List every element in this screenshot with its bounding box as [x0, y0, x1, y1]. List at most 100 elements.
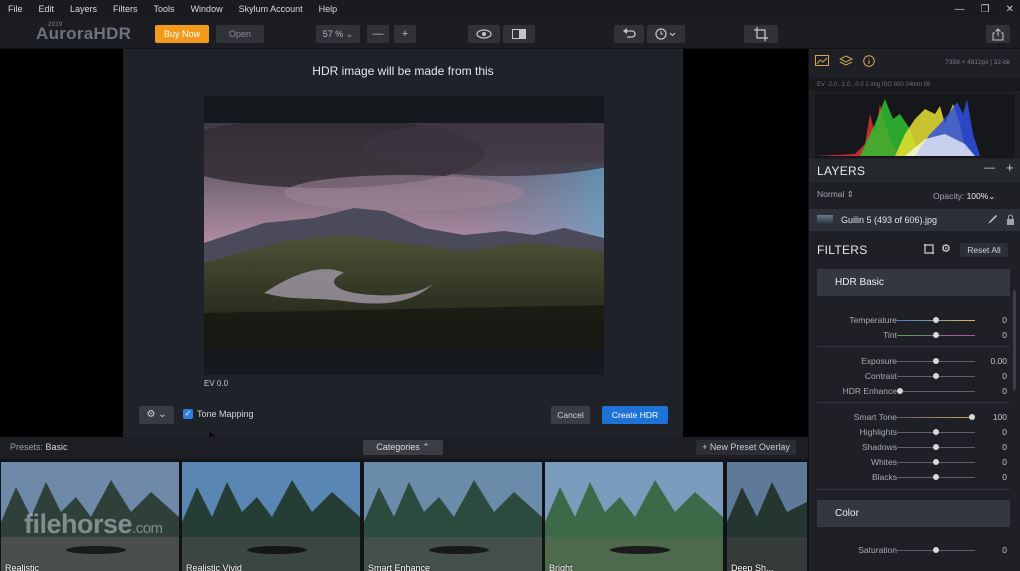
create-hdr-button[interactable]: Create HDR [602, 406, 668, 424]
preview-eye-icon[interactable] [468, 25, 500, 43]
slider-contrast[interactable]: Contrast 0 [817, 369, 1007, 383]
slider-knob[interactable] [933, 317, 939, 323]
histogram-info: EV -2.0...1.0...0.0 2 img ISO 800 24mm f… [809, 79, 1020, 91]
checkbox-checked-icon[interactable]: ✓ [183, 409, 193, 419]
dialog-title: HDR image will be made from this [312, 64, 494, 78]
share-icon[interactable] [986, 25, 1010, 43]
slider-label: Tint [883, 330, 897, 340]
slider-label: Exposure [861, 356, 897, 366]
hdr-basic-section[interactable]: HDR Basic [817, 269, 1010, 296]
filters-title: FILTERS [817, 243, 868, 257]
new-preset-overlay-button[interactable]: + New Preset Overlay [696, 440, 796, 455]
preset-thumbnail[interactable]: Deep Sh... [727, 462, 807, 571]
slider-knob[interactable] [933, 373, 939, 379]
slider-exposure[interactable]: Exposure 0.00 [817, 354, 1007, 368]
history-icon[interactable] [647, 25, 685, 43]
slider-knob[interactable] [933, 429, 939, 435]
menu-edit[interactable]: Edit [31, 0, 63, 19]
blend-mode-select[interactable]: Normal ⇕ [817, 189, 854, 200]
slider-knob[interactable] [897, 388, 903, 394]
slider-whites[interactable]: Whites 0 [817, 455, 1007, 469]
menu-layers[interactable]: Layers [62, 0, 105, 19]
slider-knob[interactable] [933, 358, 939, 364]
layers-title: LAYERS [817, 164, 866, 178]
slider-label: Contrast [864, 371, 897, 381]
slider-value: 0.00 [990, 356, 1007, 366]
remove-layer-button[interactable]: — [984, 162, 995, 174]
watermark-logo: filehorse.com [24, 509, 163, 539]
close-button[interactable]: ✕ [1006, 0, 1014, 19]
slider-value: 0 [1002, 545, 1007, 555]
settings-gear-icon[interactable]: ⚙ ⌄ [139, 406, 174, 424]
photo-frame [204, 96, 604, 375]
image-meta: 7359 × 4912px | 32-bit [945, 59, 1010, 66]
section-divider [817, 402, 1010, 403]
menu-filters[interactable]: Filters [105, 0, 146, 19]
slider-knob[interactable] [933, 332, 939, 338]
panel-tabs [815, 55, 875, 70]
menu-tools[interactable]: Tools [146, 0, 183, 19]
slider-knob[interactable] [969, 414, 975, 420]
histogram [815, 94, 1015, 158]
layers-tab-icon[interactable] [838, 55, 854, 70]
tone-mapping-checkbox[interactable]: ✓ Tone Mapping [183, 409, 254, 419]
slider-track[interactable] [897, 417, 975, 418]
slider-value: 100 [992, 412, 1007, 422]
preset-thumbnail[interactable]: Smart Enhance [364, 462, 542, 571]
menu-help[interactable]: Help [311, 0, 346, 19]
histogram-tab-icon[interactable] [815, 55, 829, 70]
layer-name: Guilin 5 (493 of 606).jpg [841, 215, 938, 225]
panel-scrollbar[interactable] [1013, 290, 1016, 390]
slider-hdr-enhance[interactable]: HDR Enhance 0 [817, 384, 1007, 398]
slider-temperature[interactable]: Temperature 0 [817, 313, 1007, 327]
menu-skylum-account[interactable]: Skylum Account [231, 0, 311, 19]
slider-label: Temperature [849, 315, 897, 325]
menu-window[interactable]: Window [183, 0, 231, 19]
slider-label: Whites [871, 457, 897, 467]
slider-blacks[interactable]: Blacks 0 [817, 470, 1007, 484]
slider-saturation[interactable]: Saturation 0 [817, 543, 1007, 557]
slider-track[interactable] [897, 391, 975, 392]
slider-smart-tone[interactable]: Smart Tone 100 [817, 410, 1007, 424]
slider-value: 0 [1002, 330, 1007, 340]
buy-now-button[interactable]: Buy Now [155, 25, 209, 43]
preset-group-name[interactable]: Basic [46, 442, 68, 452]
preset-thumbnail[interactable]: Realistic Vivid [182, 462, 360, 571]
filter-settings-gear-icon[interactable]: ⚙ [941, 242, 951, 255]
zoom-in-button[interactable]: + [394, 25, 416, 43]
open-button[interactable]: Open [216, 25, 264, 43]
slider-value: 0 [1002, 315, 1007, 325]
slider-label: Shadows [862, 442, 897, 452]
lock-icon[interactable] [1006, 214, 1015, 227]
reset-all-button[interactable]: Reset All [960, 243, 1008, 257]
slider-value: 0 [1002, 457, 1007, 467]
categories-button[interactable]: Categories ⌃ [363, 440, 443, 455]
slider-highlights[interactable]: Highlights 0 [817, 425, 1007, 439]
slider-tint[interactable]: Tint 0 [817, 328, 1007, 342]
zoom-dropdown[interactable]: 57 % ⌄ [316, 25, 360, 43]
slider-knob[interactable] [933, 547, 939, 553]
crop-icon[interactable] [744, 25, 778, 43]
brush-icon[interactable] [987, 214, 998, 227]
slider-knob[interactable] [933, 459, 939, 465]
layer-item[interactable]: Guilin 5 (493 of 606).jpg [809, 209, 1020, 231]
minimize-button[interactable]: — [955, 0, 965, 19]
color-section[interactable]: Color [817, 500, 1010, 527]
opacity-control[interactable]: Opacity: 100%⌄ [933, 191, 995, 202]
zoom-out-button[interactable]: — [367, 25, 389, 43]
menu-file[interactable]: File [0, 0, 31, 19]
slider-knob[interactable] [933, 444, 939, 450]
info-tab-icon[interactable] [863, 55, 875, 70]
compare-icon[interactable] [503, 25, 535, 43]
slider-knob[interactable] [933, 474, 939, 480]
preset-thumbnail[interactable]: Bright [545, 462, 723, 571]
add-layer-button[interactable]: + [1006, 160, 1014, 175]
mask-icon[interactable] [923, 243, 935, 257]
slider-value: 0 [1002, 427, 1007, 437]
cancel-button[interactable]: Cancel [551, 406, 590, 424]
maximize-button[interactable]: ❐ [981, 0, 990, 19]
undo-icon[interactable] [614, 25, 644, 43]
slider-shadows[interactable]: Shadows 0 [817, 440, 1007, 454]
layer-thumbnail [817, 215, 833, 225]
presets-label[interactable]: Presets: Basic [10, 442, 68, 452]
